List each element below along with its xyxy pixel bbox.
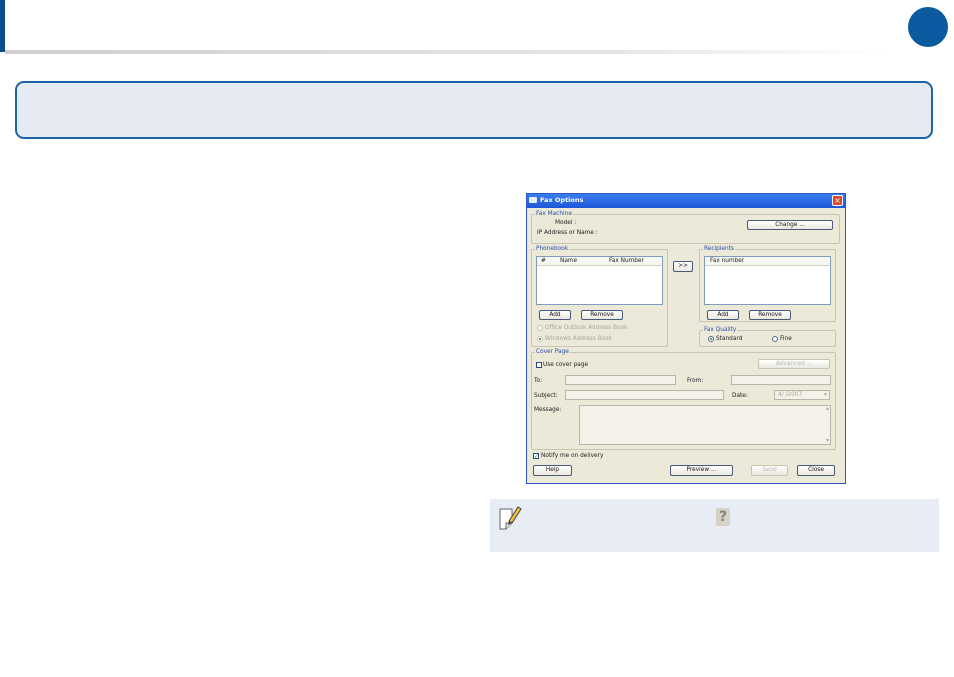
pencil-note-icon	[497, 503, 523, 531]
subject-label: Subject:	[534, 393, 558, 399]
cover-page-legend: Cover Page	[535, 349, 570, 355]
scroll-up-icon[interactable]: ▴	[826, 406, 829, 412]
cover-page-group: Cover Page Use cover page Advanced ... T…	[531, 349, 836, 450]
close-button[interactable]: Close	[797, 465, 835, 476]
phonebook-list-header: # Name Fax Number	[537, 257, 662, 266]
date-picker[interactable]: 4/ /2007 ▾	[774, 390, 830, 400]
fine-radio[interactable]	[772, 336, 778, 342]
notify-on-delivery-label: Notify me on delivery	[541, 453, 604, 459]
standard-label: Standard	[716, 336, 743, 342]
from-field[interactable]	[731, 375, 831, 385]
date-label: Date:	[732, 393, 748, 399]
phonebook-add-button[interactable]: Add	[539, 310, 571, 320]
section-title-box	[15, 81, 933, 139]
chevron-down-icon[interactable]: ▾	[824, 392, 827, 398]
recipients-group: Recipients Fax number Add Remove	[699, 246, 836, 322]
add-to-recipients-button[interactable]: >>	[673, 261, 693, 272]
column-fax-number[interactable]: Fax number	[710, 258, 744, 264]
close-icon[interactable]: ×	[832, 195, 843, 206]
fax-machine-legend: Fax Machine	[535, 211, 573, 217]
advanced-button[interactable]: Advanced ...	[758, 359, 830, 369]
header-accent-bar	[0, 0, 5, 52]
fax-quality-group: Fax Quality Standard Fine	[699, 327, 836, 347]
question-mark-icon: ?	[716, 508, 730, 526]
model-label: Model :	[555, 220, 577, 226]
recipients-add-button[interactable]: Add	[707, 310, 739, 320]
change-button[interactable]: Change ...	[747, 220, 833, 230]
subject-field[interactable]	[565, 390, 724, 400]
date-value: 4/ /2007	[778, 392, 803, 398]
to-label: To:	[534, 378, 543, 384]
recipients-list-header: Fax number	[705, 257, 830, 266]
fax-quality-legend: Fax Quality	[703, 327, 738, 333]
phonebook-group: Phonebook # Name Fax Number Add Remove O…	[531, 246, 668, 347]
ip-address-label: IP Address or Name :	[537, 230, 598, 236]
fax-options-dialog: Fax Options × Fax Machine Model : IP Add…	[526, 193, 846, 484]
notify-on-delivery-checkbox[interactable]: ✓	[533, 453, 539, 460]
use-cover-page-label: Use cover page	[543, 362, 589, 368]
from-label: From:	[687, 378, 704, 384]
outlook-radio[interactable]	[537, 325, 543, 331]
scroll-down-icon[interactable]: ▾	[826, 438, 829, 444]
windows-address-book-radio[interactable]	[537, 336, 543, 342]
phonebook-legend: Phonebook	[535, 246, 570, 252]
message-label: Message:	[534, 407, 562, 413]
recipients-remove-button[interactable]: Remove	[749, 310, 791, 320]
to-field[interactable]	[565, 375, 676, 385]
fax-app-icon	[529, 197, 537, 203]
fax-machine-group: Fax Machine Model : IP Address or Name :…	[531, 211, 840, 244]
outlook-option-label: Office Outlook Address Book	[545, 325, 628, 331]
standard-radio[interactable]	[708, 336, 714, 342]
page-number-badge	[908, 7, 948, 47]
dialog-title: Fax Options	[540, 196, 584, 204]
preview-button[interactable]: Preview ...	[670, 465, 733, 476]
windows-address-book-label: Windows Address Book	[545, 336, 613, 342]
recipients-list[interactable]: Fax number	[704, 256, 831, 305]
column-number[interactable]: #	[541, 258, 546, 264]
column-fax-number[interactable]: Fax Number	[609, 258, 644, 264]
phonebook-list[interactable]: # Name Fax Number	[536, 256, 663, 305]
use-cover-page-checkbox[interactable]	[536, 362, 542, 368]
phonebook-remove-button[interactable]: Remove	[581, 310, 623, 320]
header-rule	[5, 50, 885, 54]
fine-label: Fine	[780, 336, 792, 342]
column-name[interactable]: Name	[560, 258, 577, 264]
help-button[interactable]: Help	[533, 465, 572, 476]
send-button[interactable]: Send	[751, 465, 788, 476]
note-box	[490, 499, 939, 552]
recipients-legend: Recipients	[703, 246, 735, 252]
dialog-titlebar[interactable]: Fax Options ×	[527, 194, 845, 208]
message-textarea[interactable]: ▴ ▾	[579, 405, 831, 445]
